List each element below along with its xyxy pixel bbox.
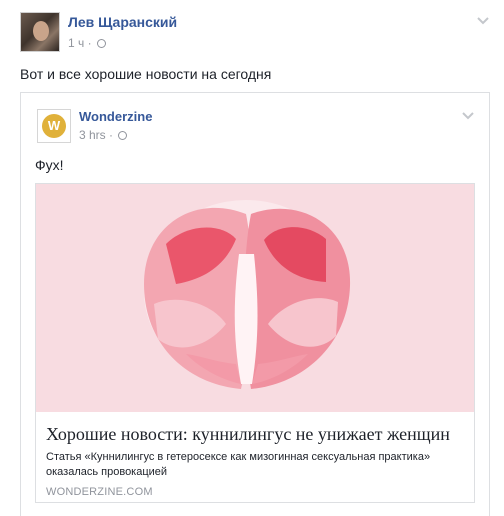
shared-post: W Wonderzine 3 hrs · Фух! Хорошие новост… xyxy=(20,92,490,516)
link-title[interactable]: Хорошие новости: куннилингус не унижает … xyxy=(46,424,466,445)
avatar-face xyxy=(33,21,49,41)
shared-post-meta: 3 hrs · xyxy=(79,128,128,142)
page-logo-icon[interactable]: W xyxy=(37,109,71,143)
chevron-down-icon[interactable] xyxy=(461,111,475,121)
post-text: Вот и все хорошие новости на сегодня xyxy=(20,66,272,82)
globe-icon xyxy=(96,39,106,48)
grapefruit-illustration xyxy=(144,200,351,389)
shared-post-time[interactable]: 3 hrs xyxy=(79,128,106,142)
post-meta: 1 ч · xyxy=(68,36,106,50)
feed-post: Лев Щаранский 1 ч · Вот и все хорошие но… xyxy=(0,0,504,516)
chevron-down-icon[interactable] xyxy=(476,16,490,26)
post-time[interactable]: 1 ч xyxy=(68,36,84,50)
page-logo-letter: W xyxy=(42,114,66,138)
post-header: Лев Щаранский 1 ч · xyxy=(20,12,490,52)
meta-separator: · xyxy=(87,36,92,50)
shared-post-text: Фух! xyxy=(35,157,64,173)
link-domain: WONDERZINE.COM xyxy=(46,486,153,498)
page-name[interactable]: Wonderzine xyxy=(79,109,152,124)
meta-separator: · xyxy=(109,128,114,142)
link-preview-image[interactable] xyxy=(36,184,474,412)
avatar[interactable] xyxy=(20,12,60,52)
author-name[interactable]: Лев Щаранский xyxy=(68,14,177,30)
globe-icon xyxy=(118,131,128,140)
link-preview-card[interactable]: Хорошие новости: куннилингус не унижает … xyxy=(35,183,475,503)
link-description: Статья «Куннилингус в гетеросексе как ми… xyxy=(46,451,431,478)
